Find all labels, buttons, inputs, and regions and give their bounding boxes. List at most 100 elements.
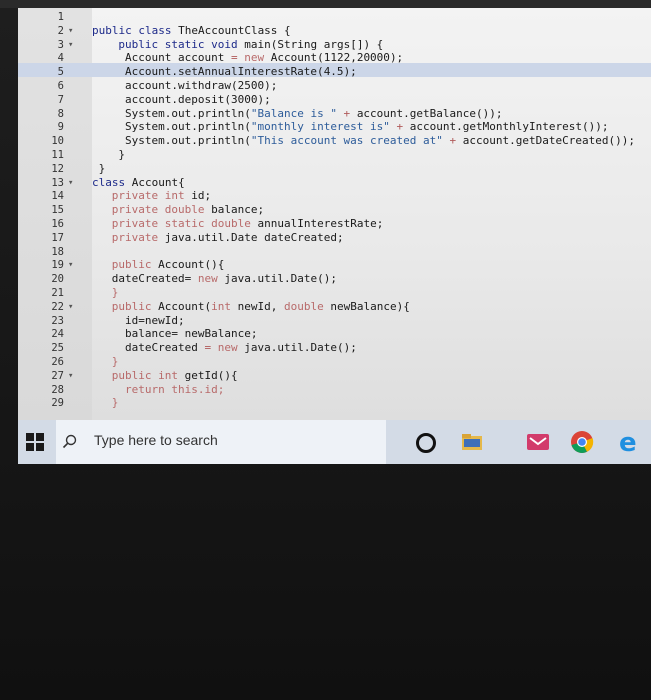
code-token: System.out.println(: [125, 106, 251, 120]
line-number: 19: [51, 259, 64, 272]
code-text: }: [112, 396, 119, 410]
code-line[interactable]: 16 private static double annualInterestRa…: [18, 217, 651, 231]
code-text: public Account(int newId, double newBala…: [112, 300, 410, 314]
code-line[interactable]: 14 private int id;: [18, 189, 651, 203]
code-token: account.getMonthlyInterest());: [409, 120, 609, 134]
code-line[interactable]: 20 dateCreated= new java.util.Date();: [18, 272, 651, 286]
code-text: private static double annualInterestRate…: [112, 217, 384, 231]
code-line[interactable]: 7 account.deposit(3000);: [18, 93, 651, 107]
line-number: 24: [51, 328, 64, 341]
code-token: account.getBalance());: [356, 106, 503, 120]
windows-icon[interactable]: [26, 433, 44, 451]
code-line[interactable]: 10 System.out.println("This account was c…: [18, 134, 651, 148]
code-line[interactable]: 17 private java.util.Date dateCreated;: [18, 231, 651, 245]
fold-toggle-icon[interactable]: ▾: [68, 38, 73, 52]
line-number: 21: [51, 287, 64, 299]
code-line[interactable]: 21}: [18, 286, 651, 300]
code-token: return this.id;: [125, 382, 225, 396]
code-line[interactable]: 29}: [18, 396, 651, 410]
taskbar-search-box[interactable]: Type here to search: [56, 420, 386, 464]
code-token: +: [389, 120, 410, 134]
line-number: 27: [51, 369, 64, 382]
code-line[interactable]: 22 ▾ public Account(int newId, double newB…: [18, 300, 651, 314]
line-number: 10: [51, 135, 64, 148]
code-token: }: [111, 286, 119, 299]
code-line[interactable]: 23 id=newId;: [18, 314, 651, 328]
code-token: );: [264, 79, 278, 92]
line-number: 11: [51, 149, 64, 161]
fold-toggle-icon[interactable]: ▾: [68, 176, 73, 190]
code-token: account.withdraw(: [125, 79, 238, 92]
code-line[interactable]: 9 System.out.println("monthly interest is…: [18, 120, 651, 134]
code-line[interactable]: 18: [18, 245, 651, 259]
code-token: balance;: [211, 203, 265, 217]
code-token: "Balance is ": [250, 106, 337, 120]
code-token: System.out.println(: [125, 134, 251, 148]
code-token: Account{: [131, 175, 185, 189]
code-line[interactable]: 28 return this.id;: [18, 383, 651, 397]
code-text: System.out.println("Balance is " + accou…: [125, 107, 503, 121]
fold-toggle-icon[interactable]: ▾: [68, 24, 73, 38]
code-text: id=newId;: [125, 314, 185, 328]
line-number: 6: [57, 80, 64, 92]
code-line[interactable]: 6 account.withdraw(2500);: [18, 79, 651, 93]
code-token: Account account: [125, 51, 231, 65]
code-token: Account(){: [158, 258, 225, 272]
code-line[interactable]: 12}: [18, 162, 651, 176]
code-token: "This account was created at": [250, 134, 443, 148]
code-line[interactable]: 25 dateCreated = new java.util.Date();: [18, 341, 651, 355]
file-explorer-icon[interactable]: [460, 430, 484, 454]
code-editor[interactable]: 1 2 ▾ public class TheAccountClass {3 ▾ publi…: [18, 8, 651, 420]
code-text: public int getId(){: [112, 369, 238, 383]
code-text: account.withdraw(2500);: [125, 79, 277, 93]
line-number: 23: [51, 314, 64, 327]
code-token: getId(){: [184, 368, 238, 382]
code-line[interactable]: 5 Account.setAnnualInterestRate(4.5);: [18, 65, 651, 79]
line-number: 2: [57, 24, 64, 37]
code-token: newBalance){: [330, 299, 410, 313]
code-text: public Account(){: [112, 258, 225, 272]
code-token: }: [111, 396, 119, 410]
edge-icon[interactable]: e: [618, 430, 642, 454]
code-text: }: [112, 286, 119, 300]
code-token: }: [98, 161, 106, 175]
code-line[interactable]: 1: [18, 10, 651, 24]
code-token: id;: [191, 189, 212, 203]
line-number: 8: [57, 107, 64, 120]
code-line[interactable]: 4 Account account = new Account(1122,2000…: [18, 51, 651, 65]
code-line[interactable]: 27 ▾ public int getId(){: [18, 369, 651, 383]
code-token: public int: [111, 368, 185, 382]
code-line[interactable]: 13 ▾ class Account{: [18, 176, 651, 190]
code-line[interactable]: 8 System.out.println("Balance is " + acco…: [18, 107, 651, 121]
code-token: balance= newBalance;: [125, 327, 258, 341]
code-line[interactable]: 3 ▾ public static void main(String args[])…: [18, 38, 651, 52]
fold-toggle-icon[interactable]: ▾: [68, 258, 73, 272]
code-token: id=newId;: [125, 313, 185, 327]
mail-icon[interactable]: [526, 430, 550, 454]
code-text: public class TheAccountClass {: [92, 24, 291, 38]
code-token: TheAccountClass {: [178, 23, 291, 37]
line-number: 7: [57, 93, 64, 106]
code-line[interactable]: 15 private double balance;: [18, 203, 651, 217]
code-text: System.out.println("monthly interest is"…: [125, 120, 608, 134]
code-token: java.util.Date();: [224, 272, 337, 286]
fold-toggle-icon[interactable]: ▾: [68, 300, 73, 314]
cortana-icon[interactable]: [416, 433, 436, 453]
code-line[interactable]: 11}: [18, 148, 651, 162]
fold-toggle-icon[interactable]: ▾: [68, 369, 73, 383]
chrome-icon[interactable]: [570, 430, 594, 454]
code-token: private int: [111, 189, 192, 203]
line-number: 4: [57, 52, 64, 65]
code-token: public class: [92, 23, 179, 37]
windows-taskbar: Type here to search e: [18, 420, 651, 464]
code-token: public: [111, 299, 159, 313]
code-line[interactable]: 2 ▾ public class TheAccountClass {: [18, 24, 651, 38]
code-line[interactable]: 24 balance= newBalance;: [18, 327, 651, 341]
line-number: 20: [51, 273, 64, 286]
code-token: annualInterestRate;: [257, 217, 384, 230]
code-line[interactable]: 26}: [18, 355, 651, 369]
code-token: main(String args[]) {: [244, 37, 384, 51]
line-number: 16: [51, 218, 64, 230]
code-token: private double: [111, 203, 212, 217]
code-line[interactable]: 19 ▾ public Account(){: [18, 258, 651, 272]
